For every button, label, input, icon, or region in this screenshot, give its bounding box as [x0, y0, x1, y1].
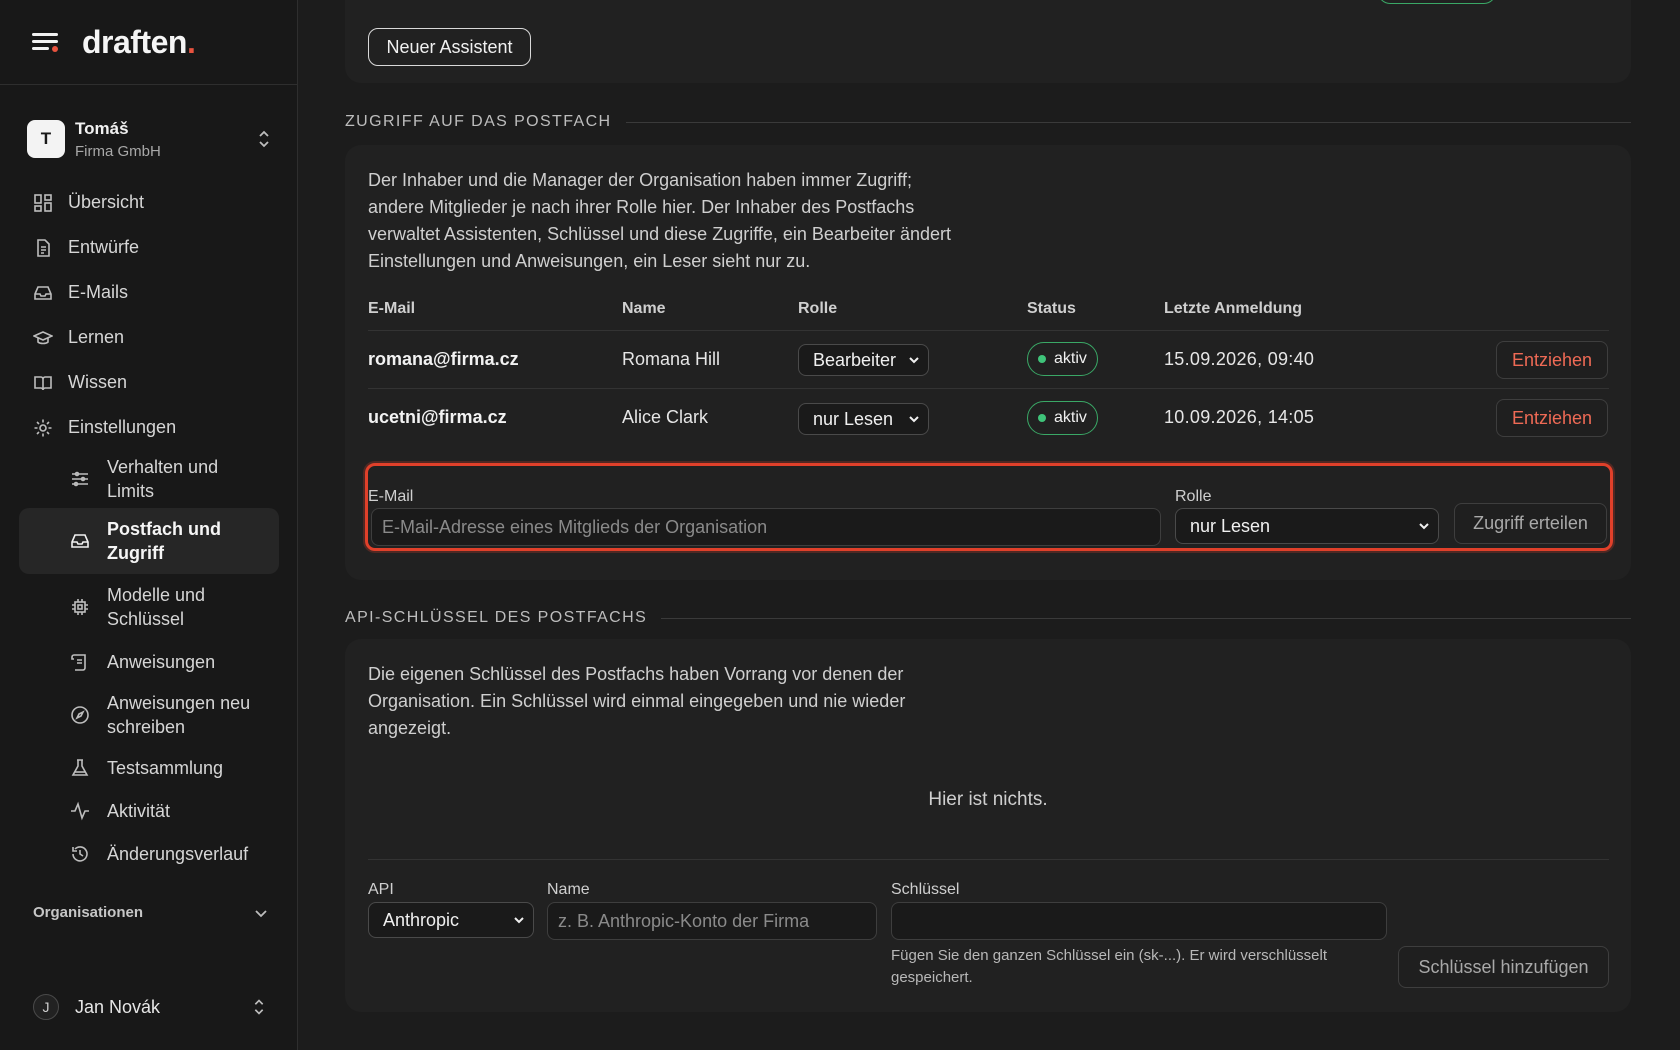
sub-item-testsammlung[interactable]: Testsammlung — [19, 747, 279, 789]
sub-item-anweisungen[interactable]: Anweisungen — [19, 640, 279, 683]
col-role: Rolle — [798, 300, 838, 317]
chevron-down-icon — [1419, 523, 1429, 530]
access-card: Der Inhaber und die Manager der Organisa… — [345, 145, 1631, 580]
nav-item-lernen[interactable]: Lernen — [19, 315, 279, 360]
grant-role-select[interactable]: nur Lesen — [1175, 508, 1439, 544]
key-name-input[interactable]: z. B. Anthropic-Konto der Firma — [547, 902, 877, 940]
inbox-icon — [33, 283, 53, 303]
partial-badge — [1378, 0, 1496, 4]
sub-item-anweisungen-neu[interactable]: Anweisungen neu schreiben — [19, 683, 279, 747]
compass-icon — [70, 705, 90, 725]
activity-icon — [70, 801, 90, 821]
sub-item-postfach[interactable]: Postfach und Zugriff — [19, 508, 279, 574]
account-name: Tomáš — [75, 118, 129, 138]
sub-item-aenderungsverlauf[interactable]: Änderungsverlauf — [19, 832, 279, 875]
access-section-heading: ZUGRIFF AUF DAS POSTFACH — [345, 113, 1631, 131]
add-key-button[interactable]: Schlüssel hinzufügen — [1398, 946, 1609, 988]
grant-email-input[interactable]: E-Mail-Adresse eines Mitglieds der Organ… — [371, 508, 1161, 546]
api-keys-description: Die eigenen Schlüssel des Postfachs habe… — [368, 664, 906, 738]
row-last-login: 15.09.2026, 09:40 — [1164, 349, 1315, 369]
inbox-icon — [70, 531, 90, 551]
revoke-button[interactable]: Entziehen — [1496, 399, 1608, 437]
chevron-updown-icon — [254, 999, 264, 1015]
key-help-text: Fügen Sie den ganzen Schlüssel ein (sk-.… — [891, 947, 1328, 986]
row-name: Alice Clark — [622, 407, 709, 427]
main-content: Neuer Assistent ZUGRIFF AUF DAS POSTFACH… — [298, 0, 1680, 1050]
status-badge: aktiv — [1027, 401, 1098, 435]
col-status: Status — [1027, 300, 1076, 317]
nav-item-einstellungen[interactable]: Einstellungen — [19, 405, 279, 450]
chevron-down-icon — [909, 416, 919, 423]
user-menu[interactable]: J Jan Novák — [33, 994, 268, 1020]
user-name: Jan Novák — [75, 996, 161, 1017]
scroll-icon — [70, 652, 90, 672]
brand-bar: draften. — [0, 0, 297, 85]
grant-access-form: E-Mail E-Mail-Adresse eines Mitglieds de… — [365, 463, 1613, 551]
row-email: romana@firma.cz — [368, 349, 519, 369]
key-name-label: Name — [547, 881, 590, 898]
header-divider — [368, 330, 1609, 331]
nav-item-uebersicht[interactable]: Übersicht — [19, 180, 279, 225]
chevron-updown-icon — [255, 127, 273, 151]
key-label: Schlüssel — [891, 881, 960, 898]
account-switcher[interactable]: T Tomáš Firma GmbH — [27, 116, 273, 162]
status-badge: aktiv — [1027, 342, 1098, 376]
flask-icon — [70, 758, 90, 778]
key-input[interactable] — [891, 902, 1387, 940]
nav-item-wissen[interactable]: Wissen — [19, 360, 279, 405]
api-keys-section-heading: API-SCHLÜSSEL DES POSTFACHS — [345, 609, 1631, 627]
logo[interactable]: draften. — [82, 24, 196, 61]
nav-item-emails[interactable]: E-Mails — [19, 270, 279, 315]
chevron-down-icon — [255, 909, 267, 917]
menu-icon[interactable] — [32, 31, 58, 53]
user-avatar: J — [33, 994, 59, 1020]
grant-email-label: E-Mail — [368, 488, 414, 505]
grant-role-label: Rolle — [1175, 488, 1212, 505]
nav-item-entwuerfe[interactable]: Entwürfe — [19, 225, 279, 270]
sub-item-aktivitaet[interactable]: Aktivität — [19, 789, 279, 832]
chevron-down-icon — [909, 357, 919, 364]
api-keys-card: Die eigenen Schlüssel des Postfachs habe… — [345, 639, 1631, 1012]
sub-item-verhalten[interactable]: Verhalten und Limits — [19, 450, 279, 508]
empty-state: Hier ist nichts. — [928, 789, 1048, 810]
revoke-button[interactable]: Entziehen — [1496, 341, 1608, 379]
sidebar: draften. T Tomáš Firma GmbH Übersicht En… — [0, 0, 298, 1050]
chevron-down-icon — [514, 917, 524, 924]
row-name: Romana Hill — [622, 349, 721, 369]
chip-icon — [70, 597, 90, 617]
history-icon — [70, 844, 90, 864]
row-last-login: 10.09.2026, 14:05 — [1164, 407, 1315, 427]
account-avatar: T — [27, 120, 65, 158]
row-email: ucetni@firma.cz — [368, 407, 507, 427]
empty-divider — [368, 859, 1609, 860]
sub-item-modelle[interactable]: Modelle und Schlüssel — [19, 574, 279, 640]
organisations-toggle[interactable]: Organisationen — [33, 904, 268, 921]
api-label: API — [368, 881, 394, 898]
col-email: E-Mail — [368, 300, 416, 317]
role-select[interactable]: nur Lesen — [798, 403, 929, 435]
graduation-cap-icon — [33, 328, 53, 348]
dashboard-icon — [33, 193, 53, 213]
row-divider — [368, 388, 1609, 389]
role-select[interactable]: Bearbeiter — [798, 344, 929, 376]
account-org: Firma GmbH — [75, 142, 161, 160]
col-last-login: Letzte Anmeldung — [1164, 300, 1303, 317]
main-nav: Übersicht Entwürfe E-Mails Lernen Wissen… — [19, 180, 279, 875]
col-name: Name — [622, 300, 666, 317]
new-assistant-button[interactable]: Neuer Assistent — [368, 28, 531, 66]
access-description: Der Inhaber und die Manager der Organisa… — [368, 170, 951, 271]
api-select[interactable]: Anthropic — [368, 902, 534, 938]
book-icon — [33, 373, 53, 393]
grant-access-button[interactable]: Zugriff erteilen — [1454, 503, 1607, 544]
assistants-card: Neuer Assistent — [345, 0, 1631, 83]
sliders-icon — [70, 469, 90, 489]
document-icon — [33, 238, 53, 258]
gear-icon — [33, 418, 53, 438]
